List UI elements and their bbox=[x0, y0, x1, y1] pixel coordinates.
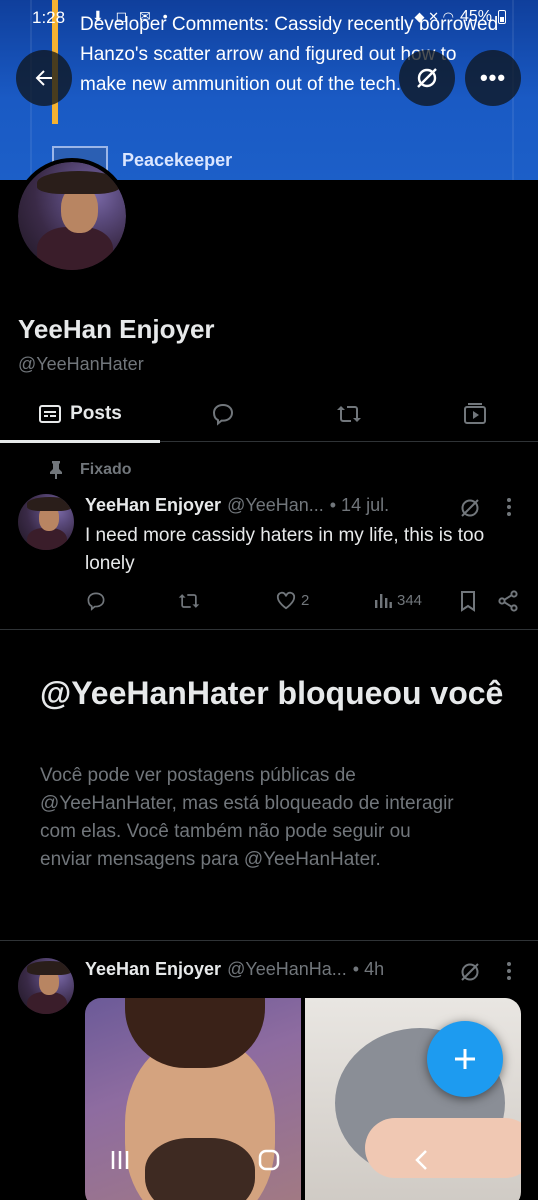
grok-icon bbox=[461, 963, 479, 981]
repost-button[interactable] bbox=[177, 590, 201, 612]
profile-tabs: Posts bbox=[0, 386, 538, 443]
bookmark-button[interactable] bbox=[459, 590, 477, 612]
recents-icon bbox=[111, 1151, 129, 1169]
battery-icon bbox=[498, 10, 506, 24]
blocked-title: @YeeHanHater bloqueou você bbox=[40, 675, 504, 711]
tweet-grok-button[interactable] bbox=[458, 960, 482, 989]
more-options-button[interactable]: ••• bbox=[465, 50, 521, 106]
recents-button[interactable] bbox=[108, 1148, 132, 1177]
profile-handle: @YeeHanHater bbox=[18, 354, 144, 374]
status-right-group: ◆ ✕ ◠ 45% bbox=[414, 8, 506, 26]
divider bbox=[0, 629, 538, 630]
avatar-image bbox=[18, 162, 126, 270]
status-time: 1:28 bbox=[32, 8, 66, 27]
compose-icon bbox=[455, 1049, 475, 1069]
tab-replies[interactable] bbox=[160, 386, 286, 442]
profile-name: YeeHan Enjoyer bbox=[18, 314, 215, 344]
reply-button[interactable] bbox=[85, 590, 107, 612]
grok-button[interactable] bbox=[399, 50, 455, 106]
tweet-header: YeeHan Enjoyer @YeeHan... • 14 jul. bbox=[85, 495, 389, 516]
compose-button[interactable] bbox=[427, 1021, 503, 1097]
tweet-author[interactable]: YeeHan Enjoyer bbox=[85, 495, 221, 516]
tweet-grok-button[interactable] bbox=[458, 496, 482, 525]
chevron-left-icon bbox=[415, 1150, 427, 1170]
posts-icon bbox=[39, 405, 62, 423]
back-button[interactable] bbox=[16, 50, 72, 106]
tab-reposts[interactable] bbox=[286, 386, 412, 442]
repost-icon bbox=[178, 594, 200, 608]
signal-icon: ◆ ✕ ◠ bbox=[414, 9, 454, 24]
more-vertical-icon bbox=[507, 962, 511, 980]
tab-posts-label: Posts bbox=[70, 403, 122, 424]
tweet-actions: 2 344 bbox=[85, 590, 525, 616]
active-tab-indicator bbox=[0, 440, 160, 443]
tweet-handle[interactable]: @YeeHanHa... bbox=[227, 959, 347, 980]
home-button[interactable] bbox=[257, 1148, 281, 1177]
tweet-avatar[interactable] bbox=[18, 958, 74, 1014]
blocked-body: Você pode ver postagens públicas de @Yee… bbox=[40, 765, 454, 870]
share-icon bbox=[498, 590, 518, 612]
tweet-time[interactable]: • 4h bbox=[353, 959, 384, 980]
profile-avatar[interactable] bbox=[14, 158, 130, 274]
tweet-author[interactable]: YeeHan Enjoyer bbox=[85, 959, 221, 980]
pinned-indicator: Fixado bbox=[48, 460, 132, 480]
status-bar: 1:28 ⬇ ◻ ✉ • ◆ ✕ ◠ 45% bbox=[0, 0, 538, 36]
tab-posts[interactable]: Posts bbox=[0, 386, 160, 443]
replies-icon bbox=[212, 403, 234, 426]
tweet-header: YeeHan Enjoyer @YeeHanHa... • 4h bbox=[85, 959, 384, 980]
pin-icon bbox=[50, 461, 62, 479]
more-icon: ••• bbox=[479, 65, 507, 90]
like-button[interactable]: 2 bbox=[275, 590, 309, 610]
tweet-avatar[interactable] bbox=[18, 494, 74, 550]
reposts-icon bbox=[337, 406, 361, 422]
view-count: 344 bbox=[397, 591, 423, 609]
bookmark-icon bbox=[461, 591, 475, 612]
home-icon bbox=[258, 1149, 280, 1171]
views-icon bbox=[375, 594, 392, 608]
banner-item-label: Peacekeeper bbox=[122, 150, 233, 170]
pinned-label: Fixado bbox=[80, 461, 132, 478]
back-arrow-icon bbox=[35, 70, 52, 86]
tweet-handle[interactable]: @YeeHan... bbox=[227, 495, 324, 516]
reply-icon bbox=[87, 592, 105, 611]
tweet-more-button[interactable] bbox=[506, 961, 514, 986]
divider bbox=[0, 940, 538, 941]
grok-icon bbox=[461, 499, 479, 517]
tweet-text[interactable]: I need more cassidy haters in my life, t… bbox=[85, 522, 515, 578]
more-vertical-icon bbox=[507, 498, 511, 516]
battery-percent: 45% bbox=[459, 8, 492, 25]
like-count: 2 bbox=[301, 591, 310, 609]
grok-icon bbox=[417, 68, 437, 88]
tweet-more-button[interactable] bbox=[506, 497, 514, 522]
share-button[interactable] bbox=[497, 590, 519, 612]
notification-icons: ⬇ ◻ ✉ • bbox=[92, 8, 172, 24]
tab-media[interactable] bbox=[412, 386, 538, 442]
media-icon bbox=[464, 403, 486, 424]
system-back-button[interactable] bbox=[410, 1148, 434, 1177]
like-icon bbox=[276, 591, 296, 610]
system-nav-bar bbox=[0, 1130, 538, 1200]
tweet-time[interactable]: • 14 jul. bbox=[330, 495, 389, 516]
views-button[interactable]: 344 bbox=[373, 590, 422, 610]
